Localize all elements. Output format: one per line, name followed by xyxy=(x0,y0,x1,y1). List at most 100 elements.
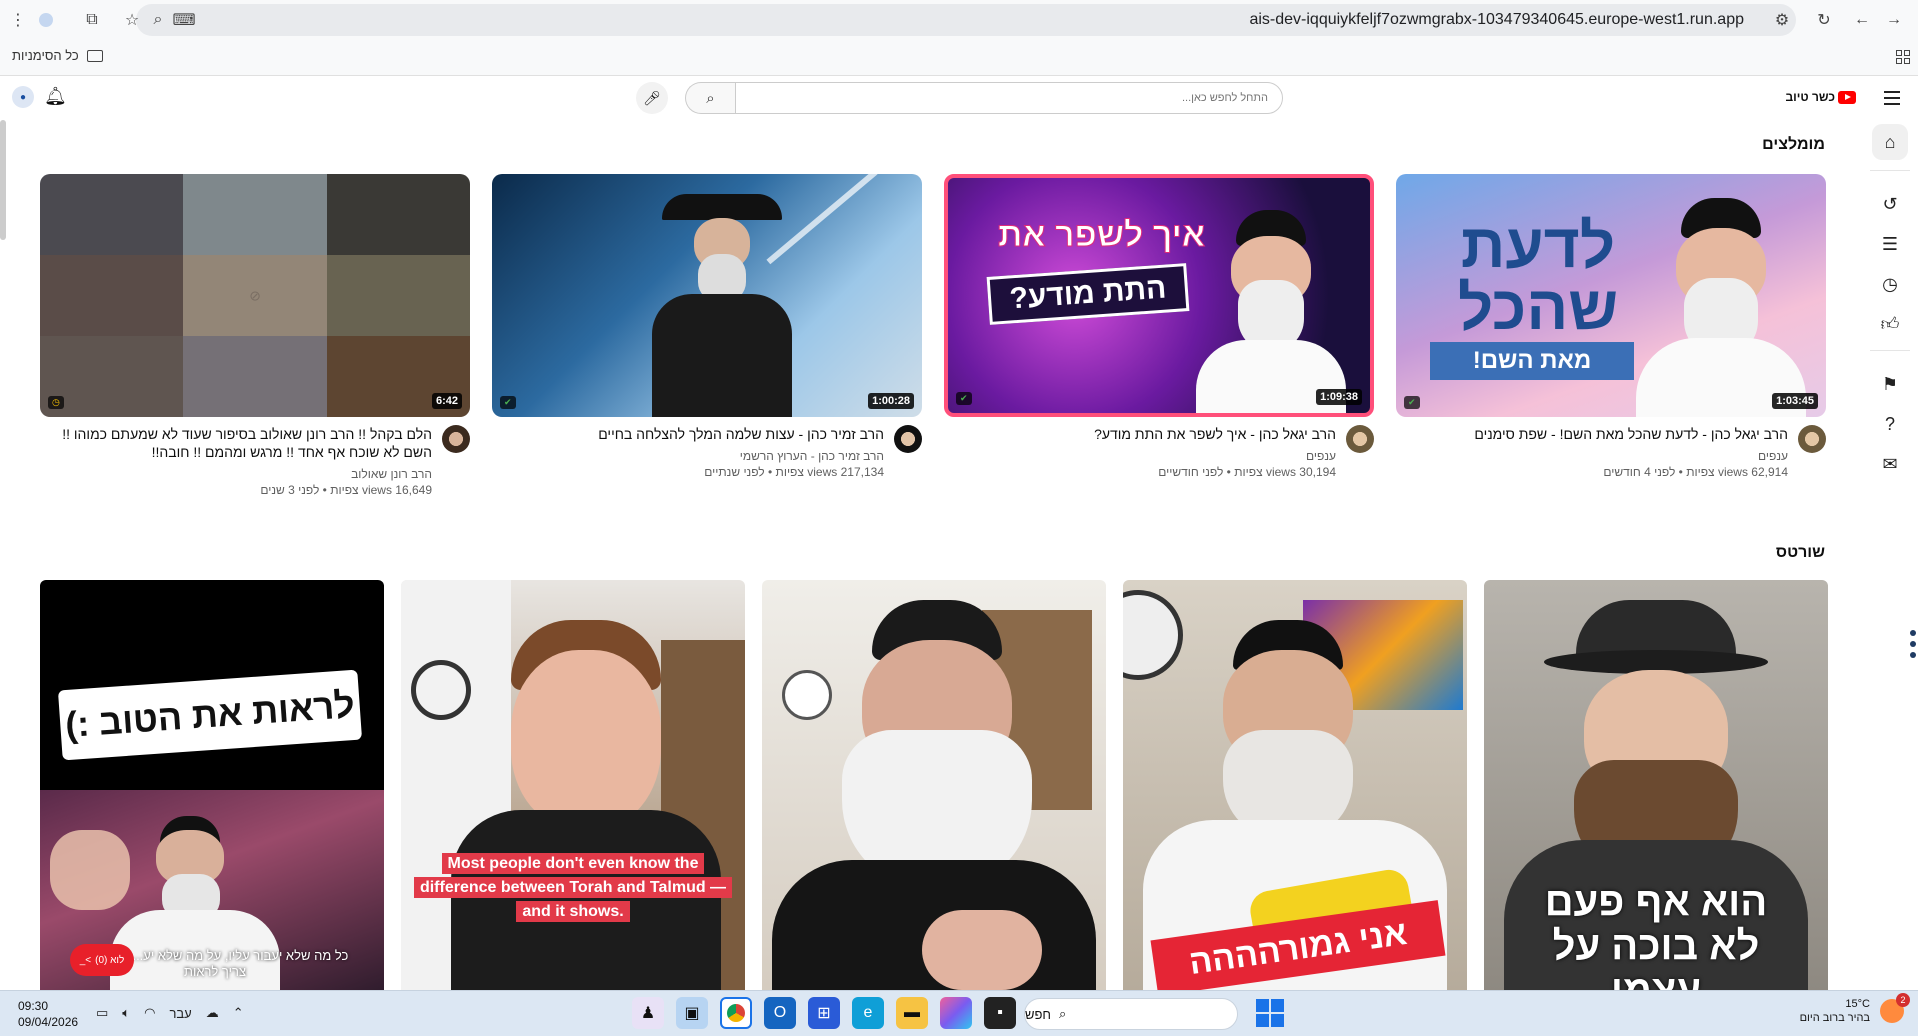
video-title[interactable]: הרב יגאל כהן - איך לשפר את התת מודע? xyxy=(944,425,1336,443)
site-settings-icon[interactable]: ⚙ xyxy=(1770,8,1794,32)
edge-icon[interactable]: e xyxy=(852,997,884,1029)
profile-icon[interactable] xyxy=(34,8,58,32)
playlists-icon[interactable]: ☰ xyxy=(1872,226,1908,262)
feedback-icon[interactable]: ✉ xyxy=(1872,446,1908,482)
folder-icon xyxy=(86,49,103,62)
verified-check-icon: ✔ xyxy=(956,392,972,405)
notifications-bell-icon[interactable]: 🔔︎ xyxy=(44,86,67,107)
browser-menu-icon[interactable]: ⋮ xyxy=(6,8,30,32)
more-options-icon[interactable] xyxy=(1910,630,1916,658)
history-icon[interactable]: ↺ xyxy=(1872,186,1908,222)
page-scrollbar[interactable] xyxy=(0,120,6,240)
video-thumbnail[interactable]: איך לשפר את התת מודע? 1:09:38 ✔ xyxy=(944,174,1374,417)
copilot-icon[interactable] xyxy=(940,997,972,1029)
home-icon[interactable]: ⌂ xyxy=(1872,124,1908,160)
help-icon[interactable]: ? xyxy=(1872,406,1908,442)
store-icon[interactable]: ⊞ xyxy=(808,997,840,1029)
show-hidden-icons-icon[interactable]: ⌃ xyxy=(233,1005,244,1021)
clock-decor xyxy=(1123,590,1183,680)
all-bookmarks-button[interactable]: כל הסימניות xyxy=(12,48,103,63)
weather-icon: 2 xyxy=(1880,993,1910,1023)
voice-search-button[interactable]: 🎤︎ xyxy=(636,82,668,114)
thumb-text-2: התת מודע? xyxy=(986,263,1190,325)
short-card[interactable]: Most people don't even know the differen… xyxy=(401,580,745,1000)
report-flag-icon[interactable]: ⚑ xyxy=(1872,366,1908,402)
battery-icon[interactable]: ▭ xyxy=(96,1005,108,1021)
video-thumbnail[interactable]: לדעת שהכל מאת השם! 1:03:45 ✔ xyxy=(1396,174,1826,417)
channel-name[interactable]: ענפים xyxy=(944,449,1336,463)
video-card[interactable]: ⊘ 6:42 ◷ הלם בקהל !! הרב רונן שאולוב בסי… xyxy=(40,174,470,497)
video-stats: 16,649 views צפיות • לפני 3 שנים xyxy=(260,483,432,497)
taskbar: 09:30 09/04/2026 ▭ 🔈︎ ◠ עבר ☁ ⌃ ♟ ▣ O ⊞ … xyxy=(0,990,1918,1036)
clock-date: 09/04/2026 xyxy=(18,1015,79,1029)
video-duration: 1:03:45 xyxy=(1772,393,1818,409)
channel-avatar[interactable] xyxy=(894,425,922,453)
verified-check-icon: ✔ xyxy=(500,396,516,409)
video-duration: 1:00:28 xyxy=(868,393,914,409)
short-card[interactable]: הוא אף פעם לא בוכה על עצמו xyxy=(1484,580,1828,1000)
video-title[interactable]: הרב זמיר כהן - עצות שלמה המלך להצלחה בחי… xyxy=(492,425,884,443)
mic-icon: 🎤︎ xyxy=(643,89,661,106)
search-button[interactable]: ⌕ xyxy=(685,82,735,114)
apps-grid-icon[interactable] xyxy=(1896,50,1910,64)
channel-avatar[interactable] xyxy=(1346,425,1374,453)
recommended-section-title: מומלצים xyxy=(1762,136,1825,153)
channel-name[interactable]: הרב זמיר כהן - הערוץ הרשמי xyxy=(492,449,884,463)
site-logo[interactable]: כשר טיוב xyxy=(1786,90,1856,104)
bookmark-star-icon[interactable]: ☆ xyxy=(120,8,144,32)
side-nav: ⌂ ↺ ☰ ◷ 👍︎ ⚑ ? ✉ xyxy=(1862,120,1918,1000)
live-badge[interactable]: לוא (0) >_ xyxy=(70,944,134,976)
file-explorer-icon[interactable]: ▬ xyxy=(896,997,928,1029)
channel-avatar[interactable] xyxy=(1798,425,1826,453)
video-thumbnail[interactable]: ⊘ 6:42 ◷ xyxy=(40,174,470,417)
taskbar-apps: ♟ ▣ O ⊞ e ▬ ▪ xyxy=(632,997,1016,1029)
video-title[interactable]: הלם בקהל !! הרב רונן שאולוב בסיפור שעוד … xyxy=(40,425,432,461)
app-icon-1[interactable]: ♟ xyxy=(632,997,664,1029)
app-icon-2[interactable]: ▣ xyxy=(676,997,708,1029)
search-input[interactable] xyxy=(735,82,1283,114)
bookmarks-bar: כל הסימניות xyxy=(0,40,1918,76)
hamburger-menu-icon[interactable] xyxy=(1880,86,1904,110)
wall-clock-decor xyxy=(782,670,832,720)
channel-name[interactable]: ענפים xyxy=(1396,449,1788,463)
address-bar[interactable]: ais-dev-iqquiykfeljf7ozwmgrabx-103479340… xyxy=(136,4,1796,36)
video-title[interactable]: הרב יגאל כהן - לדעת שהכל מאת השם! - שפת … xyxy=(1396,425,1788,443)
short-card[interactable]: אני גמורהההה xyxy=(1123,580,1467,1000)
video-thumbnail[interactable]: 1:00:28 ✔ xyxy=(492,174,922,417)
video-stats: 217,134 views צפיות • לפני שנתיים xyxy=(704,465,884,479)
wifi-icon[interactable]: ◠ xyxy=(144,1005,155,1021)
url-text: ais-dev-iqquiykfeljf7ozwmgrabx-103479340… xyxy=(1249,11,1744,28)
channel-name[interactable]: הרב רונן שאולוב xyxy=(40,467,432,481)
reload-icon[interactable]: ↻ xyxy=(1812,8,1836,32)
cloud-sync-icon[interactable]: ☁ xyxy=(206,1005,219,1021)
taskbar-search-label: חפש xyxy=(1025,1006,1051,1022)
clock[interactable]: 09:30 09/04/2026 xyxy=(18,998,78,1030)
back-icon[interactable]: → xyxy=(1882,8,1906,32)
language-indicator[interactable]: עבר xyxy=(169,1006,191,1021)
short-overlay-text: לראות את הטוב :) xyxy=(57,669,363,761)
outlook-icon[interactable]: O xyxy=(764,997,796,1029)
translate-icon[interactable]: ⌨ xyxy=(172,8,196,32)
terminal-app-icon[interactable]: ▪ xyxy=(984,997,1016,1029)
user-avatar[interactable]: ● xyxy=(12,86,34,108)
liked-videos-icon[interactable]: 👍︎ xyxy=(1872,306,1908,342)
forward-icon[interactable]: ← xyxy=(1850,8,1874,32)
volume-icon[interactable]: 🔈︎ xyxy=(122,1005,130,1021)
search-bar: ⌕ xyxy=(685,82,1283,114)
video-card[interactable]: איך לשפר את התת מודע? 1:09:38 ✔ הרב יגאל… xyxy=(944,174,1374,479)
channel-avatar[interactable] xyxy=(442,425,470,453)
weather-widget[interactable]: 2 15°C בהיר ברוב היום xyxy=(1800,993,1910,1025)
video-card[interactable]: לדעת שהכל מאת השם! 1:03:45 ✔ הרב יגאל כה… xyxy=(1396,174,1826,479)
video-card[interactable]: 1:00:28 ✔ הרב זמיר כהן - עצות שלמה המלך … xyxy=(492,174,922,479)
watch-later-icon[interactable]: ◷ xyxy=(1872,266,1908,302)
short-card[interactable]: לראות את הטוב :) כל מה שלא יעבור עליו, ע… xyxy=(40,580,384,1000)
zoom-icon[interactable]: ⌕ xyxy=(146,8,170,32)
browser-toolbar: ⋮ ⧉ ais-dev-iqquiykfeljf7ozwmgrabx-10347… xyxy=(0,0,1918,40)
taskbar-search[interactable]: ⌕ חפש xyxy=(1024,998,1238,1030)
terminal-icon: >_ xyxy=(79,954,92,966)
app-header: ● 🔔︎ 🎤︎ ⌕ כשר טיוב xyxy=(0,76,1918,120)
extensions-icon[interactable]: ⧉ xyxy=(80,8,104,32)
chrome-icon[interactable] xyxy=(720,997,752,1029)
short-card[interactable] xyxy=(762,580,1106,1000)
windows-start-icon[interactable] xyxy=(1256,999,1284,1027)
